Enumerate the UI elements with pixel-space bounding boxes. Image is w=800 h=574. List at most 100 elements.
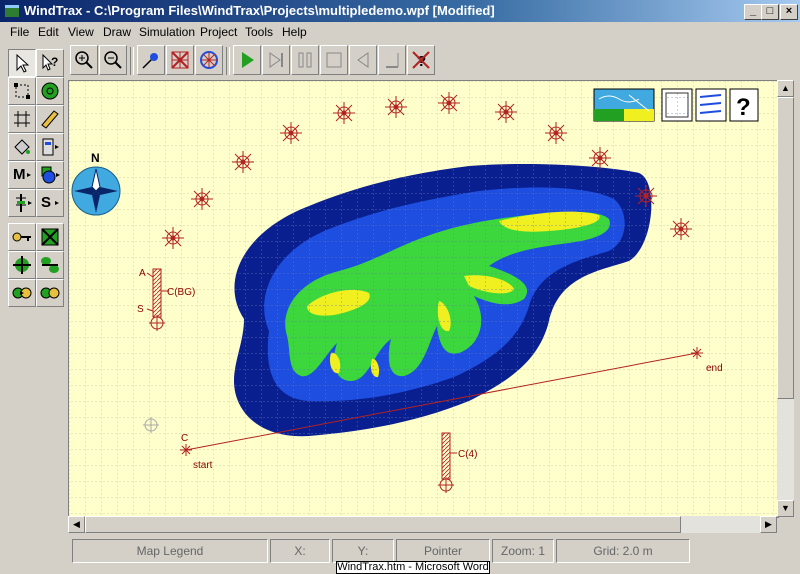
arrow-question-icon: ? bbox=[42, 53, 58, 71]
move-tool[interactable] bbox=[8, 251, 36, 279]
menu-tools[interactable]: Tools bbox=[245, 25, 273, 39]
vertical-scrollbar[interactable]: ▲ ▼ bbox=[777, 80, 794, 517]
sensor-marker[interactable] bbox=[332, 101, 356, 125]
help-cursor-button[interactable]: ? bbox=[407, 45, 435, 75]
grid-tool[interactable] bbox=[8, 105, 36, 133]
menu-edit[interactable]: Edit bbox=[38, 25, 59, 39]
merge-tool[interactable] bbox=[36, 279, 64, 307]
source-tool[interactable] bbox=[36, 161, 64, 189]
sensor-marker[interactable] bbox=[161, 226, 185, 250]
play-icon bbox=[242, 52, 254, 68]
minimize-button[interactable]: _ bbox=[744, 4, 762, 20]
menu-simulation[interactable]: Simulation bbox=[139, 25, 195, 39]
arrange-icon bbox=[12, 287, 32, 299]
step-icon bbox=[269, 52, 283, 68]
arrow-right-icon bbox=[55, 201, 59, 205]
sensor-marker[interactable] bbox=[437, 91, 461, 115]
probe-icon bbox=[142, 53, 158, 69]
title-bar: WindTrax - C:\Program Files\WindTrax\Pro… bbox=[0, 0, 800, 22]
help-pointer-tool[interactable]: ? bbox=[36, 49, 64, 77]
sensor-marker[interactable] bbox=[384, 95, 408, 119]
line-start-label: start bbox=[193, 460, 213, 471]
zoom-in-icon bbox=[75, 51, 93, 69]
pause-icon bbox=[298, 52, 312, 68]
zoom-out-button[interactable] bbox=[99, 45, 127, 75]
map-canvas[interactable]: A C(BG) S C(4) C start end N ? bbox=[68, 80, 779, 518]
sensor-marker[interactable] bbox=[669, 217, 693, 241]
taskbar-tooltip: WindTrax.htm - Microsoft Word bbox=[336, 561, 490, 574]
menu-project[interactable]: Project bbox=[200, 25, 237, 39]
sensor-marker[interactable] bbox=[494, 100, 518, 124]
merge-icon bbox=[40, 287, 60, 299]
back-button[interactable] bbox=[349, 45, 377, 75]
arrow-right-icon bbox=[27, 173, 31, 177]
scroll-right-icon[interactable]: ▶ bbox=[760, 516, 777, 533]
help-layer-icon[interactable]: ? bbox=[729, 88, 759, 122]
probe-button[interactable] bbox=[137, 45, 165, 75]
sensor-marker[interactable] bbox=[279, 121, 303, 145]
grid-layer-icon[interactable] bbox=[661, 88, 693, 122]
sensor-list-tool[interactable] bbox=[36, 133, 64, 161]
maximize-button[interactable]: □ bbox=[761, 4, 779, 20]
svg-text:?: ? bbox=[736, 94, 751, 121]
toolbar-separator bbox=[226, 47, 230, 75]
split-tool[interactable] bbox=[36, 251, 64, 279]
sensor-button[interactable] bbox=[195, 45, 223, 75]
scroll-left-icon[interactable]: ◀ bbox=[68, 516, 85, 533]
circle-tool[interactable] bbox=[36, 77, 64, 105]
grid-indicator: Grid: 2.0 m bbox=[556, 539, 690, 563]
clear-sources-button[interactable] bbox=[166, 45, 194, 75]
grid-icon bbox=[14, 111, 30, 127]
close-button[interactable]: × bbox=[780, 4, 798, 20]
horizontal-scrollbar[interactable]: ◀ ▶ bbox=[68, 516, 777, 533]
menu-help[interactable]: Help bbox=[282, 25, 307, 39]
menu-draw[interactable]: Draw bbox=[103, 25, 131, 39]
area-tool[interactable] bbox=[8, 77, 36, 105]
ruler-tool[interactable] bbox=[36, 105, 64, 133]
sensor-marker[interactable] bbox=[190, 187, 214, 211]
scroll-down-icon[interactable]: ▼ bbox=[777, 500, 794, 517]
x-coordinate: X: bbox=[270, 539, 330, 563]
key-icon bbox=[12, 232, 31, 242]
app-icon bbox=[5, 5, 19, 17]
wind-layer-icon[interactable] bbox=[695, 88, 727, 122]
sensor-marker[interactable] bbox=[634, 184, 658, 208]
tower-tool[interactable] bbox=[8, 189, 36, 217]
sensor-star-icon bbox=[200, 51, 218, 69]
c4-label: C(4) bbox=[458, 449, 477, 460]
sensor-marker[interactable] bbox=[231, 150, 255, 174]
sensor-marker[interactable] bbox=[544, 121, 568, 145]
area-select-icon bbox=[14, 83, 30, 99]
arrange-tool[interactable] bbox=[8, 279, 36, 307]
pointer-tool[interactable] bbox=[8, 49, 36, 77]
fill-tool[interactable] bbox=[8, 133, 36, 161]
map-svg: A C(BG) S C(4) C start end N ? bbox=[69, 81, 778, 517]
met-layer-icon[interactable] bbox=[593, 88, 655, 122]
overlay-toolbar: ? bbox=[593, 88, 759, 122]
delete-area-icon bbox=[41, 228, 59, 246]
run-button[interactable] bbox=[233, 45, 261, 75]
menu-view[interactable]: View bbox=[68, 25, 94, 39]
stop-button[interactable] bbox=[320, 45, 348, 75]
met-station-tool[interactable]: M bbox=[8, 161, 36, 189]
end-button[interactable] bbox=[378, 45, 406, 75]
device-icon bbox=[42, 138, 59, 156]
key-tool[interactable] bbox=[8, 223, 36, 251]
menu-file[interactable]: File bbox=[10, 25, 29, 39]
scroll-up-icon[interactable]: ▲ bbox=[777, 80, 794, 97]
arrow-cursor-icon bbox=[16, 53, 30, 73]
pause-button[interactable] bbox=[291, 45, 319, 75]
delete-area-tool[interactable] bbox=[36, 223, 64, 251]
sensor-marker[interactable] bbox=[588, 146, 612, 170]
zoom-in-button[interactable] bbox=[70, 45, 98, 75]
map-legend-panel[interactable]: Map Legend bbox=[72, 539, 268, 563]
vertical-scroll-thumb[interactable] bbox=[777, 97, 794, 399]
step-button[interactable] bbox=[262, 45, 290, 75]
tool-palette: ? M S bbox=[6, 47, 66, 309]
status-bar: Map Legend X: Y: Pointer Zoom: 1 Grid: 2… bbox=[68, 537, 798, 563]
s-sensor-tool[interactable]: S bbox=[36, 189, 64, 217]
source-shapes-icon bbox=[41, 166, 60, 184]
zoom-out-icon bbox=[104, 51, 122, 69]
svg-text:?: ? bbox=[51, 55, 58, 69]
horizontal-scroll-thumb[interactable] bbox=[85, 516, 681, 533]
